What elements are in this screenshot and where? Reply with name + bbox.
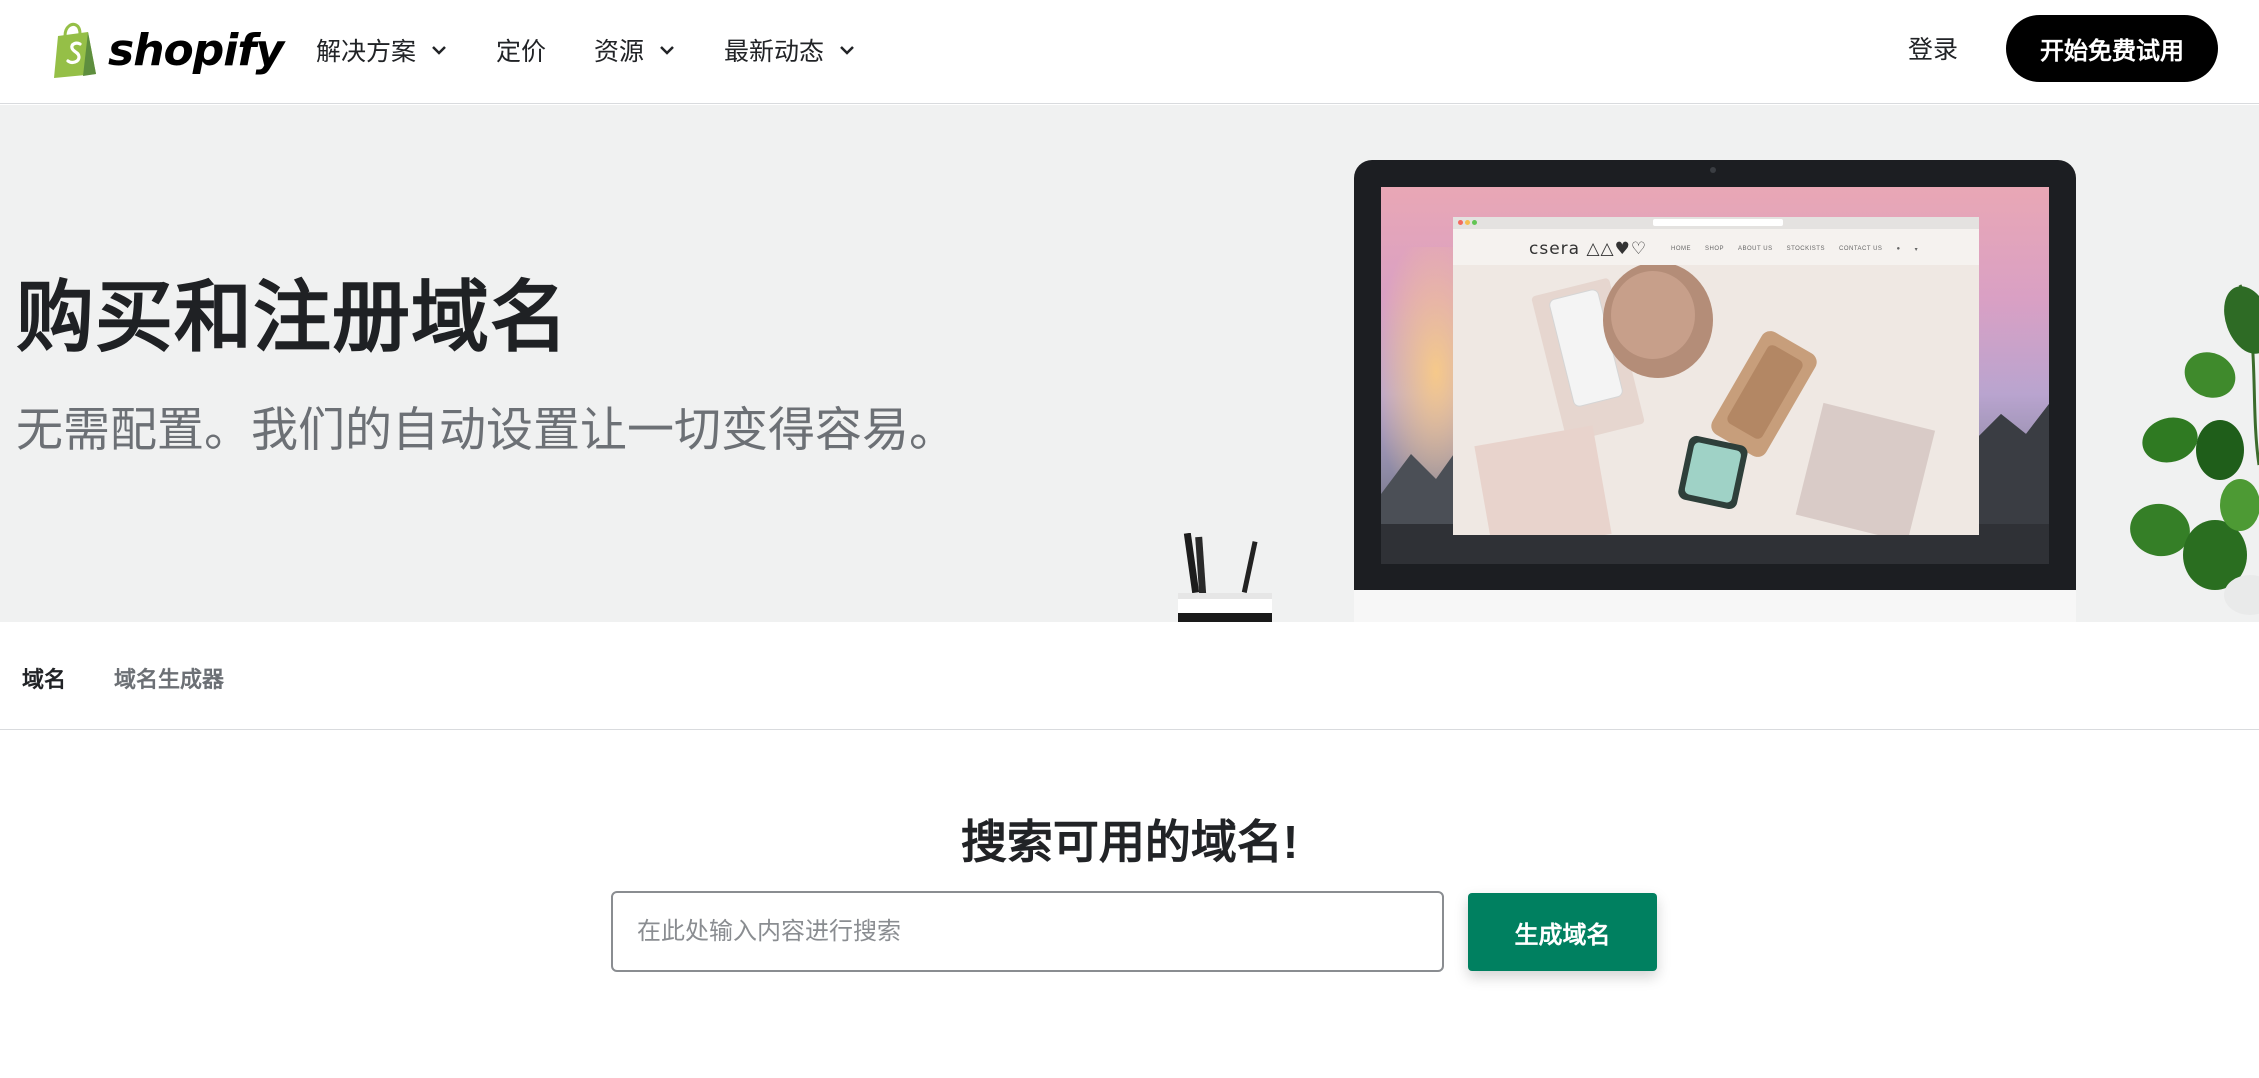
plant-image [2130,284,2259,615]
brand-wordmark: shopify [108,24,284,76]
pencil-cup-image [1178,533,1272,622]
domain-search-input[interactable] [611,891,1444,972]
monitor-camera [1710,167,1716,173]
nav-label: 定价 [496,38,547,66]
monitor-chin [1354,590,2076,622]
shopify-bag-icon [54,22,96,78]
nav-label: 最新动态 [724,38,825,66]
site-link: SHOP [1705,246,1725,252]
domain-tabs: 域名 域名生成器 [0,622,2259,730]
tab-domain-generator[interactable]: 域名生成器 [114,662,224,694]
site-link: ABOUT US [1738,246,1773,252]
generate-domain-button[interactable]: 生成域名 [1468,893,1657,971]
site-logo-text: csera △△♥♡ [1529,239,1648,259]
main-nav: 解决方案 定价 资源 最新动态 [316,30,904,70]
login-link[interactable]: 登录 [1908,32,1958,68]
monitor-frame: csera △△♥♡ HOME SHOP ABOUT US STOCKISTS … [1354,160,2076,590]
nav-label: 解决方案 [316,38,417,66]
site-link: CONTACT US [1838,246,1883,252]
chevron-down-icon [660,46,674,55]
site-link: STOCKISTS [1786,246,1825,252]
tab-domains[interactable]: 域名 [22,662,66,694]
start-free-trial-button[interactable]: 开始免费试用 [2006,15,2218,82]
chevron-down-icon [840,46,854,55]
nav-label: 资源 [594,38,645,66]
browser-window: csera △△♥♡ HOME SHOP ABOUT US STOCKISTS … [1453,217,1979,535]
nav-pricing[interactable]: 定价 [496,30,546,70]
hero-banner: 购买和注册域名 无需配置。我们的自动设置让一切变得容易。 csera △△♥♡ … [0,105,2259,622]
cart-icon: ▾ [1914,247,1919,253]
chevron-down-icon [432,46,446,55]
monitor-screen: csera △△♥♡ HOME SHOP ABOUT US STOCKISTS … [1381,187,2049,564]
product-photo [1453,265,1979,535]
page-subtitle: 无需配置。我们的自动设置让一切变得容易。 [16,403,956,456]
desktop-monitor-image: csera △△♥♡ HOME SHOP ABOUT US STOCKISTS … [1354,160,2076,622]
shopify-logo[interactable]: shopify [50,20,284,80]
nav-resources[interactable]: 资源 [594,30,676,70]
site-header: shopify 解决方案 定价 资源 最新动态 登录 开始免费试用 [0,0,2259,104]
page-title: 购买和注册域名 [16,273,570,361]
nav-solutions[interactable]: 解决方案 [316,30,448,70]
user-icon: ● [1896,246,1901,252]
site-link: HOME [1671,246,1691,252]
search-heading: 搜索可用的域名! [960,816,1299,868]
nav-whats-new[interactable]: 最新动态 [724,30,856,70]
